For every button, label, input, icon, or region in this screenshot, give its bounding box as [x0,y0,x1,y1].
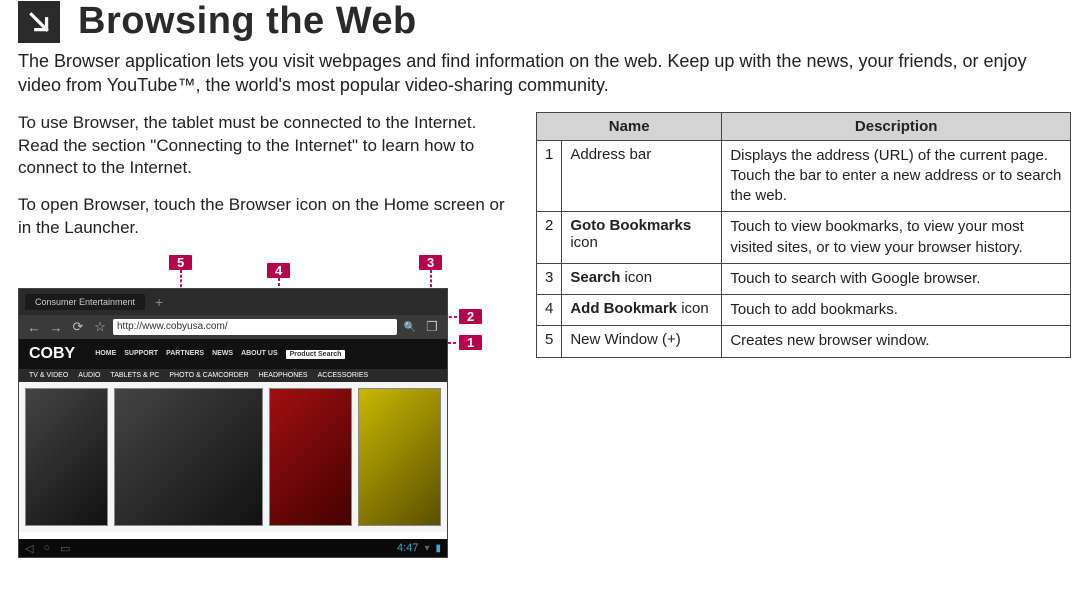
menu-home[interactable]: HOME [95,350,116,359]
section-arrow-icon [18,1,60,43]
menu-partners[interactable]: PARTNERS [166,350,204,359]
site-categories: TV & VIDEO AUDIO TABLETS & PC PHOTO & CA… [19,369,447,382]
row-desc: Touch to add bookmarks. [722,295,1071,326]
product-thumb [358,388,441,526]
callout-4: 4 [266,262,291,279]
right-column: Name Description 1 Address bar Displays … [536,112,1071,559]
recent-system-icon[interactable]: ▭ [60,542,70,555]
menu-about[interactable]: ABOUT US [241,350,278,359]
menu-support[interactable]: SUPPORT [124,350,158,359]
address-bar[interactable]: http://www.cobyusa.com/ [113,319,397,335]
cat-headphones[interactable]: HEADPHONES [259,372,308,379]
page-header: Browsing the Web [18,0,1071,43]
left-paragraph-1: To use Browser, the tablet must be conne… [18,112,508,181]
table-row: 4 Add Bookmark icon Touch to add bookmar… [537,295,1071,326]
system-clock: 4:47 [397,542,418,554]
search-icon[interactable]: 🔍 [401,318,419,336]
table-row: 2 Goto Bookmarks icon Touch to view book… [537,212,1071,264]
row-desc: Displays the address (URL) of the curren… [722,140,1071,212]
back-icon[interactable]: ← [25,318,43,336]
row-num: 2 [537,212,562,264]
row-num: 4 [537,295,562,326]
browser-figure: 5 4 3 2 1 Consumer Entertainment + ← → ⟳ [18,254,508,558]
product-thumb [114,388,262,526]
site-logo: COBY [29,345,75,363]
row-num: 5 [537,326,562,357]
site-top-menu: HOME SUPPORT PARTNERS NEWS ABOUT US Prod… [95,350,345,359]
row-desc: Touch to view bookmarks, to view your mo… [722,212,1071,264]
product-thumb [25,388,108,526]
features-table: Name Description 1 Address bar Displays … [536,112,1071,358]
browser-tab[interactable]: Consumer Entertainment [25,294,145,310]
new-tab-plus-icon[interactable]: + [151,294,167,310]
browser-screenshot: Consumer Entertainment + ← → ⟳ ☆ http://… [18,288,448,558]
left-column: To use Browser, the tablet must be conne… [18,112,508,559]
bookmarks-icon[interactable]: ❐ [423,318,441,336]
table-row: 1 Address bar Displays the address (URL)… [537,140,1071,212]
row-desc: Touch to search with Google browser. [722,263,1071,294]
callout-5: 5 [168,254,193,271]
wifi-icon: ▾ [424,543,429,554]
row-name: Add Bookmark icon [562,295,722,326]
row-name: New Window (+) [562,326,722,357]
left-paragraph-2: To open Browser, touch the Browser icon … [18,194,508,240]
intro-text: The Browser application lets you visit w… [18,49,1071,98]
row-num: 1 [537,140,562,212]
bookmark-star-icon[interactable]: ☆ [91,318,109,336]
row-desc: Creates new browser window. [722,326,1071,357]
callout-2: 2 [458,308,483,325]
webpage-content: COBY HOME SUPPORT PARTNERS NEWS ABOUT US… [19,339,447,539]
page-title: Browsing the Web [78,0,417,43]
table-row: 5 New Window (+) Creates new browser win… [537,326,1071,357]
row-name: Address bar [562,140,722,212]
row-name: Search icon [562,263,722,294]
th-desc: Description [722,112,1071,140]
callout-1: 1 [458,334,483,351]
table-row: 3 Search icon Touch to search with Googl… [537,263,1071,294]
row-name: Goto Bookmarks icon [562,212,722,264]
forward-icon[interactable]: → [47,318,65,336]
product-search[interactable]: Product Search [286,350,346,359]
cat-accessories[interactable]: ACCESSORIES [318,372,369,379]
cat-tv[interactable]: TV & VIDEO [29,372,68,379]
home-system-icon[interactable]: ○ [43,542,50,555]
row-num: 3 [537,263,562,294]
cat-audio[interactable]: AUDIO [78,372,100,379]
callout-3: 3 [418,254,443,271]
product-thumb [269,388,352,526]
th-name: Name [537,112,722,140]
cat-photo[interactable]: PHOTO & CAMCORDER [169,372,248,379]
menu-news[interactable]: NEWS [212,350,233,359]
refresh-icon[interactable]: ⟳ [69,318,87,336]
battery-icon: ▮ [435,543,441,554]
back-system-icon[interactable]: ◁ [25,542,33,555]
cat-tablets[interactable]: TABLETS & PC [110,372,159,379]
